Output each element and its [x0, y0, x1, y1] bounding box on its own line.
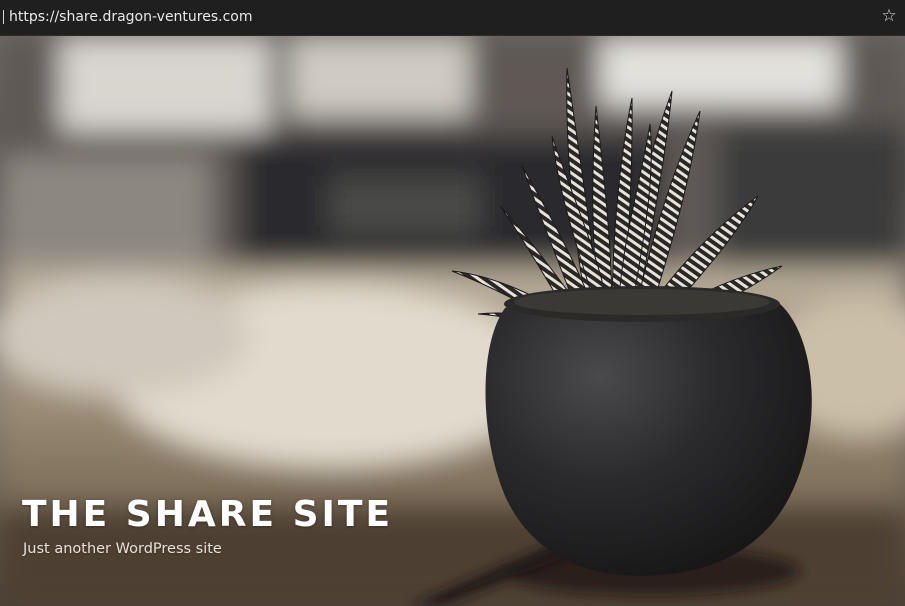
site-tagline: Just another WordPress site [23, 541, 222, 557]
star-icon[interactable]: ☆ [880, 7, 898, 25]
site-title[interactable]: THE SHARE SITE [22, 494, 393, 536]
browser-address-bar: https://share.dragon-ventures.com ☆ [0, 0, 905, 36]
hero-header-image: THE SHARE SITE Just another WordPress si… [0, 36, 905, 606]
url-text: https://share.dragon-ventures.com [9, 9, 253, 25]
text-cursor [3, 10, 4, 24]
url-input[interactable]: https://share.dragon-ventures.com [0, 5, 878, 29]
